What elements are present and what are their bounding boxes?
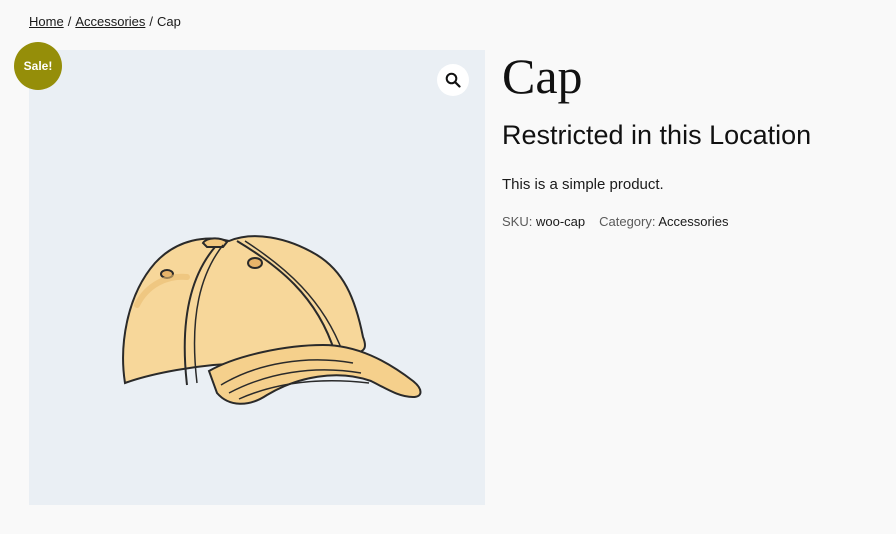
product-meta: SKU: woo-cap Category: Accessories [502,214,882,230]
sale-badge: Sale! [14,42,62,90]
breadcrumb: Home / Accessories / Cap [29,14,181,30]
product-summary: Cap Restricted in this Location This is … [502,48,882,230]
breadcrumb-category-link[interactable]: Accessories [75,14,145,29]
cap-illustration [122,235,422,405]
product-title: Cap [502,48,583,104]
sku-label: SKU: [502,214,533,229]
product-image[interactable] [117,185,427,425]
restriction-notice: Restricted in this Location [502,120,812,150]
product-gallery [29,50,485,505]
magnifier-icon [445,72,461,88]
sku-value: woo-cap [535,214,586,229]
category-label: Category: [599,214,656,229]
category-link[interactable]: Accessories [658,214,728,229]
breadcrumb-separator: / [67,14,72,29]
breadcrumb-home-link[interactable]: Home [29,14,64,29]
breadcrumb-current: Cap [157,14,181,29]
product-short-description: This is a simple product. [502,176,664,193]
zoom-button[interactable] [437,64,469,96]
breadcrumb-separator: / [149,14,154,29]
